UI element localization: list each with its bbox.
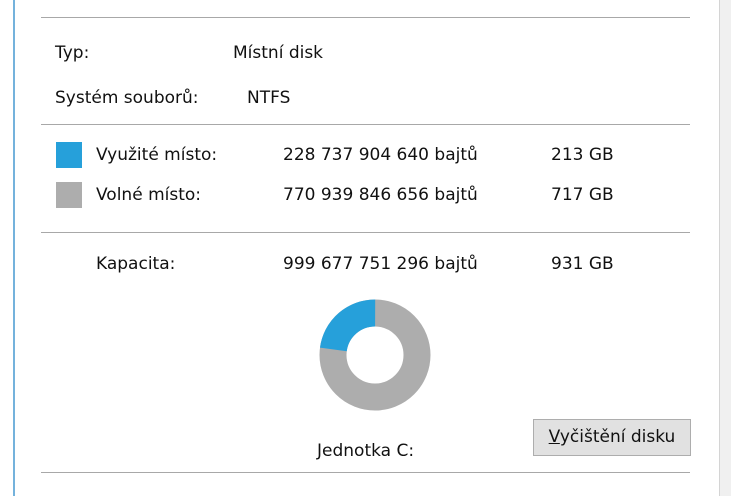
separator-middle (41, 124, 690, 125)
type-value: Místní disk (233, 43, 324, 63)
free-space-swatch (56, 182, 82, 208)
used-space-size: 213 GB (551, 145, 614, 165)
used-space-label: Využité místo: (96, 145, 218, 165)
drive-label: Jednotka C: (317, 441, 415, 461)
separator-top (41, 17, 690, 18)
filesystem-label: Systém souborů: (55, 88, 199, 108)
separator-bottom (41, 472, 690, 473)
window-right-border (719, 0, 731, 496)
window-left-border (0, 0, 15, 496)
free-space-size: 717 GB (551, 185, 614, 205)
used-space-swatch (56, 142, 82, 168)
disk-cleanup-label: yčištění disku (559, 427, 676, 447)
used-space-bytes: 228 737 904 640 bajtů (283, 145, 478, 165)
separator-lower (41, 232, 690, 233)
type-label: Typ: (55, 43, 90, 63)
filesystem-value: NTFS (247, 88, 291, 108)
disk-cleanup-button[interactable]: Vyčištění disku (533, 419, 691, 456)
capacity-bytes: 999 677 751 296 bajtů (283, 254, 478, 274)
disk-cleanup-mnemonic: V (548, 427, 560, 447)
free-space-bytes: 770 939 846 656 bajtů (283, 185, 478, 205)
usage-donut-chart (319, 299, 431, 411)
capacity-label: Kapacita: (96, 254, 176, 274)
free-space-label: Volné místo: (96, 185, 202, 205)
capacity-size: 931 GB (551, 254, 614, 274)
